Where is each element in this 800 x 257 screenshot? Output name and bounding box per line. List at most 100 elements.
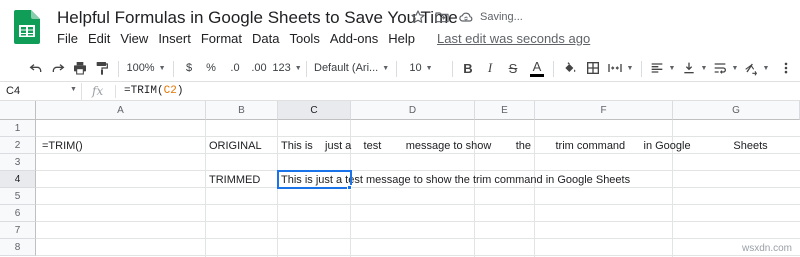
gridline [36, 255, 800, 256]
redo-icon[interactable] [48, 57, 68, 79]
italic-button[interactable]: I [481, 57, 499, 79]
menu-insert[interactable]: Insert [153, 31, 196, 49]
gridline [36, 136, 800, 137]
column-header-f[interactable]: F [535, 101, 673, 120]
column-header-c[interactable]: C [278, 101, 351, 120]
column-header-a[interactable]: A [36, 101, 206, 120]
fill-handle[interactable] [347, 185, 352, 190]
column-header-e[interactable]: E [475, 101, 535, 120]
strikethrough-button[interactable]: S [504, 57, 522, 79]
percent-format-button[interactable]: % [202, 57, 220, 79]
row-header-7[interactable]: 7 [0, 222, 36, 239]
formula-suffix: ) [176, 85, 184, 97]
row-header-3[interactable]: 3 [0, 154, 36, 171]
menu-format[interactable]: Format [196, 31, 247, 49]
title-bar: Helpful Formulas in Google Sheets to Sav… [0, 0, 800, 56]
formula-bar: C4 ▼ fx =TRIM(C2) [0, 83, 800, 101]
cell-c2[interactable]: This is just a test message to show the … [281, 140, 768, 152]
row-header-4[interactable]: 4 [0, 171, 36, 188]
chevron-down-icon: ▼ [626, 64, 634, 72]
increase-decimal-label: .00 [251, 62, 267, 74]
increase-decimal-button[interactable]: .00 [248, 57, 270, 79]
document-title[interactable]: Helpful Formulas in Google Sheets to Sav… [57, 8, 458, 28]
menu-addons[interactable]: Add-ons [325, 31, 383, 49]
row-header-5[interactable]: 5 [0, 188, 36, 205]
font-family-select[interactable]: Default (Ari... ▼ [314, 57, 392, 79]
watermark: wsxdn.com [741, 243, 792, 254]
cell-a2[interactable]: =TRIM() [42, 140, 83, 152]
menu-data[interactable]: Data [247, 31, 284, 49]
saving-status: Saving... [480, 11, 523, 23]
row-header-2[interactable]: 2 [0, 137, 36, 154]
borders-icon[interactable] [583, 57, 603, 79]
decrease-decimal-label: .0 [230, 62, 240, 74]
toolbar-divider [118, 61, 119, 77]
chevron-down-icon: ▼ [382, 64, 390, 72]
paint-format-icon[interactable] [92, 57, 112, 79]
move-folder-icon[interactable] [433, 8, 451, 26]
chevron-down-icon: ▼ [158, 64, 166, 72]
column-header-d[interactable]: D [351, 101, 475, 120]
toolbar-divider [553, 61, 554, 77]
cloud-sync-icon [457, 8, 475, 26]
currency-format-button[interactable]: $ [181, 57, 197, 79]
menu-file[interactable]: File [52, 31, 83, 49]
menu-tools[interactable]: Tools [284, 31, 324, 49]
decrease-decimal-button[interactable]: .0 [224, 57, 246, 79]
merge-cells-icon[interactable]: ▼ [606, 57, 634, 79]
chevron-down-icon: ▼ [668, 64, 676, 72]
chevron-down-icon: ▼ [762, 64, 770, 72]
column-header-b[interactable]: B [206, 101, 278, 120]
chevron-down-icon[interactable]: ▼ [70, 86, 77, 93]
more-options-icon[interactable] [776, 57, 796, 79]
last-edit-link[interactable]: Last edit was seconds ago [436, 31, 591, 49]
formula-divider [115, 85, 116, 98]
fill-color-icon[interactable] [560, 57, 580, 79]
toolbar-divider [641, 61, 642, 77]
formula-input[interactable]: =TRIM(C2) [124, 83, 183, 100]
zoom-value: 100% [126, 62, 155, 74]
menu-edit[interactable]: Edit [83, 31, 115, 49]
zoom-select[interactable]: 100% ▼ [124, 57, 168, 79]
cell-b2[interactable]: ORIGINAL [209, 140, 262, 152]
star-icon[interactable] [409, 8, 427, 26]
bold-button[interactable]: B [459, 57, 477, 79]
gridline [36, 170, 800, 171]
row-header-8[interactable]: 8 [0, 239, 36, 256]
select-all-corner[interactable] [0, 101, 36, 120]
text-color-button[interactable]: A [527, 57, 547, 79]
sheets-logo-icon[interactable] [14, 10, 40, 44]
formula-prefix: =TRIM( [124, 85, 164, 97]
toolbar-divider [306, 61, 307, 77]
active-cell-selection[interactable] [277, 170, 352, 189]
toolbar-divider [173, 61, 174, 77]
text-rotation-icon[interactable]: ▼ [742, 57, 770, 79]
gridline [36, 204, 800, 205]
horizontal-align-icon[interactable]: ▼ [648, 57, 676, 79]
menu-bar: File Edit View Insert Format Data Tools … [52, 31, 591, 49]
toolbar-divider [452, 61, 453, 77]
gridline [36, 187, 800, 188]
column-header-g[interactable]: G [673, 101, 800, 120]
toolbar-divider [396, 61, 397, 77]
gridline [36, 221, 800, 222]
menu-view[interactable]: View [115, 31, 153, 49]
chevron-down-icon: ▼ [294, 64, 302, 72]
gridline [36, 238, 800, 239]
menu-help[interactable]: Help [383, 31, 420, 49]
print-icon[interactable] [70, 57, 90, 79]
spreadsheet-grid[interactable]: A B C D E F G 1 2 3 4 5 6 7 8 =TRIM() OR… [0, 101, 800, 257]
row-header-1[interactable]: 1 [0, 120, 36, 137]
row-header-6[interactable]: 6 [0, 205, 36, 222]
formula-cell-reference: C2 [163, 85, 177, 97]
font-size-select[interactable]: 10 ▼ [402, 57, 440, 79]
toolbar: 100% ▼ $ % .0 .00 123 ▼ Default (Ari... … [0, 56, 800, 82]
cell-b4[interactable]: TRIMMED [209, 174, 260, 186]
percent-label: % [206, 62, 216, 74]
more-formats-button[interactable]: 123 ▼ [272, 57, 302, 79]
text-wrapping-icon[interactable]: ▼ [711, 57, 739, 79]
gridline [36, 153, 800, 154]
font-size-value: 10 [409, 62, 422, 74]
vertical-align-icon[interactable]: ▼ [680, 57, 708, 79]
undo-icon[interactable] [26, 57, 46, 79]
